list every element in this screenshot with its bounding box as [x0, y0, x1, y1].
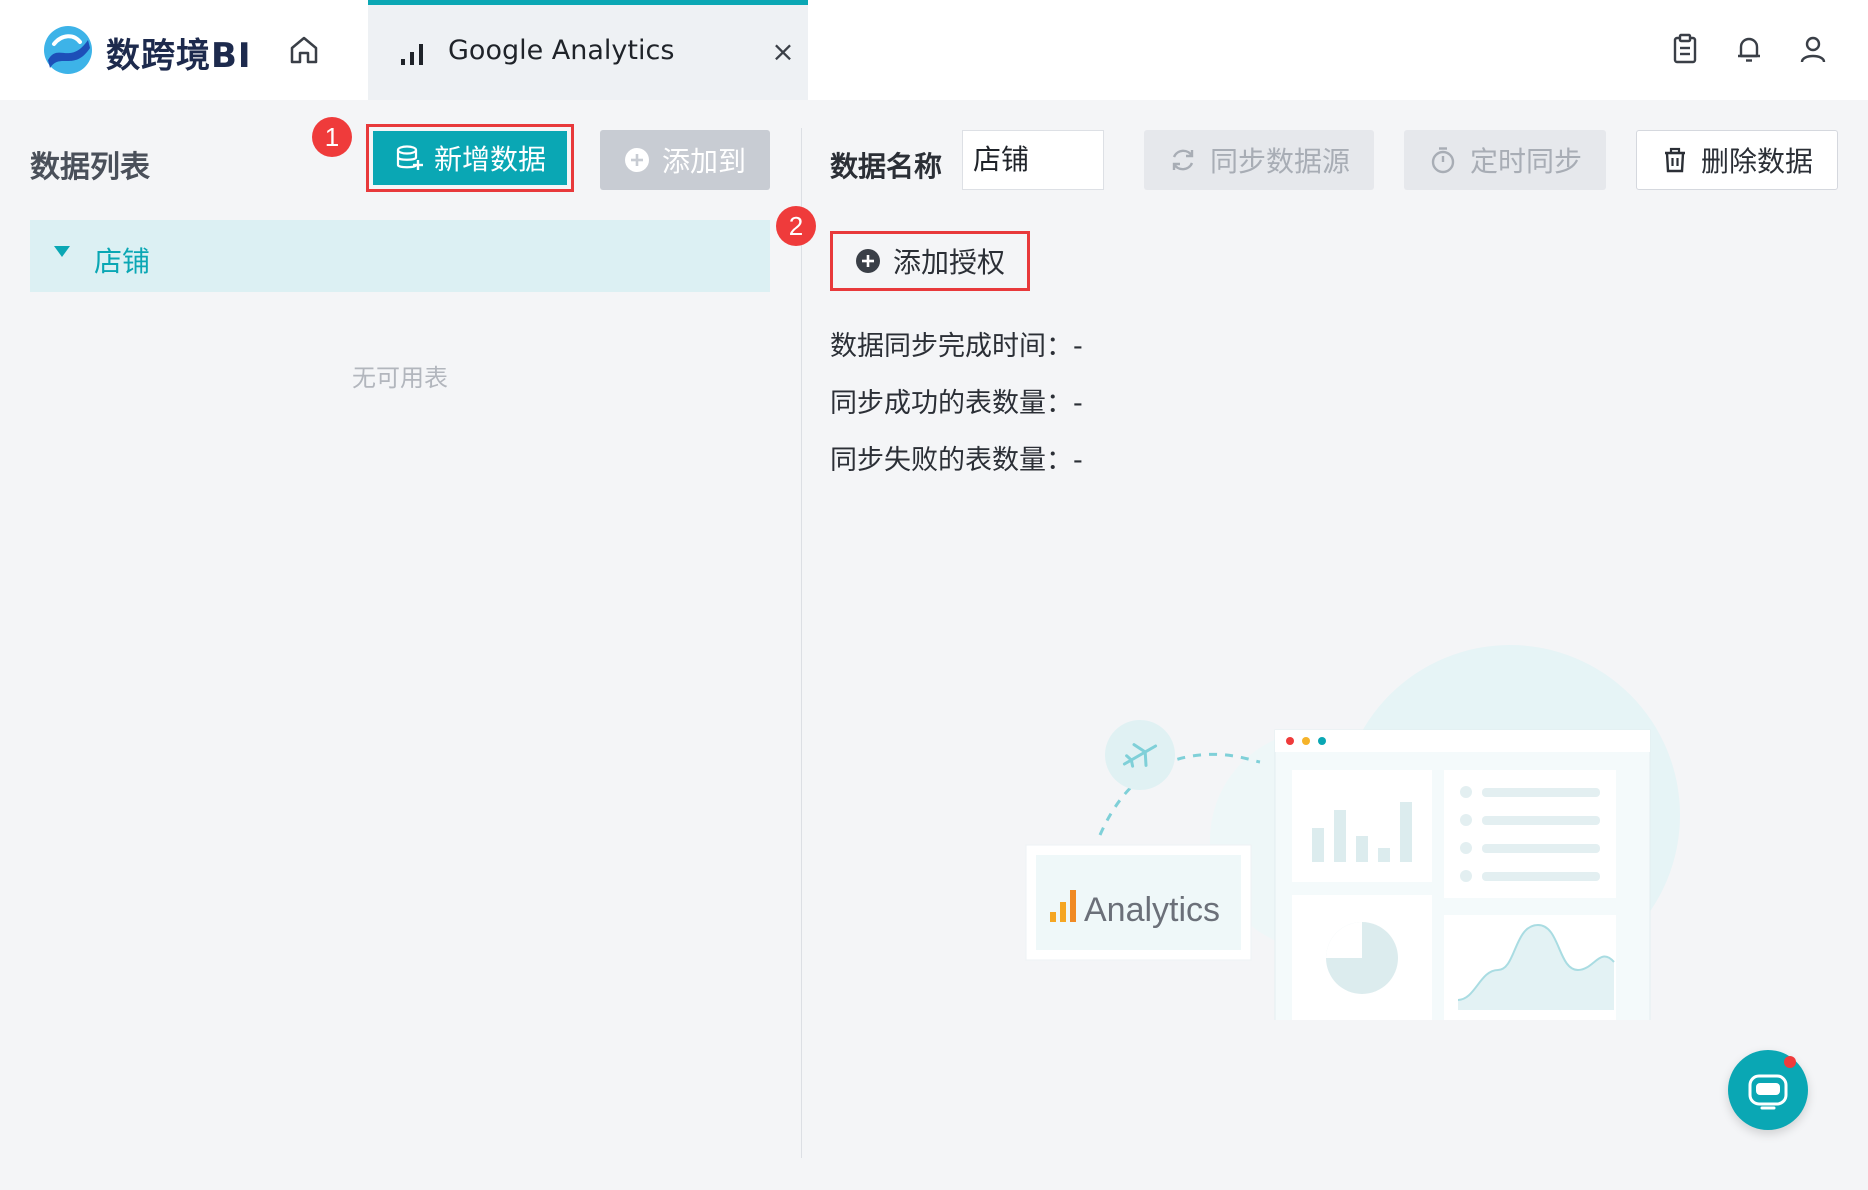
- sync-success-value: -: [1073, 388, 1083, 419]
- caret-down-icon[interactable]: [54, 246, 70, 257]
- home-icon[interactable]: [286, 32, 322, 68]
- sync-failed-value: -: [1073, 445, 1083, 476]
- add-to-button[interactable]: 添加到: [600, 130, 770, 190]
- new-data-button[interactable]: 新增数据: [366, 124, 574, 192]
- plus-circle-icon: [855, 249, 880, 273]
- empty-illustration: Analytics: [1025, 645, 1680, 1020]
- notification-dot: [1784, 1056, 1796, 1068]
- user-icon[interactable]: [1796, 32, 1830, 66]
- sync-time-info: 数据同步完成时间：-: [830, 324, 1083, 363]
- panel-divider: [801, 128, 802, 1158]
- trash-icon: [1664, 147, 1685, 173]
- data-list-title: 数据列表: [30, 150, 150, 185]
- clipboard-icon[interactable]: [1668, 32, 1702, 66]
- timed-sync-button[interactable]: 定时同步: [1404, 130, 1606, 190]
- add-authorization-label: 添加授权: [892, 246, 1005, 279]
- timer-icon: [1431, 147, 1455, 174]
- new-data-label: 新增数据: [433, 143, 546, 176]
- sync-success-info: 同步成功的表数量：-: [830, 381, 1083, 420]
- sync-time-value: -: [1073, 331, 1083, 362]
- tab-google-analytics[interactable]: Google Analytics ×: [368, 0, 808, 100]
- data-name-field[interactable]: 店铺: [962, 130, 1104, 190]
- headset-icon: [1748, 1074, 1788, 1110]
- sync-failed-label: 同步失败的表数量：: [830, 445, 1073, 476]
- brand-name: 数跨境BI: [106, 36, 252, 76]
- bell-icon[interactable]: [1732, 32, 1766, 66]
- analytics-text: Analytics: [1084, 891, 1220, 929]
- step-badge-1: 1: [312, 117, 352, 157]
- help-chat-button[interactable]: [1728, 1050, 1808, 1130]
- close-icon[interactable]: ×: [770, 35, 796, 68]
- delete-data-button[interactable]: 删除数据: [1636, 130, 1838, 190]
- timed-sync-label: 定时同步: [1469, 145, 1582, 178]
- tab-label: Google Analytics: [448, 35, 675, 66]
- bar-chart-icon: [401, 44, 423, 65]
- sync-time-label: 数据同步完成时间：: [830, 331, 1073, 362]
- delete-data-label: 删除数据: [1700, 145, 1813, 178]
- add-authorization-button[interactable]: 添加授权: [830, 231, 1030, 291]
- tree-item-label: 店铺: [94, 245, 151, 278]
- sync-source-label: 同步数据源: [1209, 145, 1350, 178]
- tree-item-store[interactable]: 店铺: [30, 220, 770, 292]
- sync-success-label: 同步成功的表数量：: [830, 388, 1073, 419]
- refresh-icon: [1172, 149, 1194, 171]
- database-add-icon: [396, 145, 423, 170]
- plus-circle-icon: [624, 148, 649, 172]
- step-badge-2: 2: [776, 206, 816, 246]
- sync-source-button[interactable]: 同步数据源: [1144, 130, 1374, 190]
- empty-state-text: 无可用表: [352, 364, 448, 392]
- data-name-label: 数据名称: [830, 150, 943, 183]
- add-to-label: 添加到: [661, 145, 746, 178]
- brand-logo: [44, 26, 92, 74]
- sync-failed-info: 同步失败的表数量：-: [830, 438, 1083, 477]
- top-bar: 数跨境BI Google Analytics ×: [0, 0, 1868, 100]
